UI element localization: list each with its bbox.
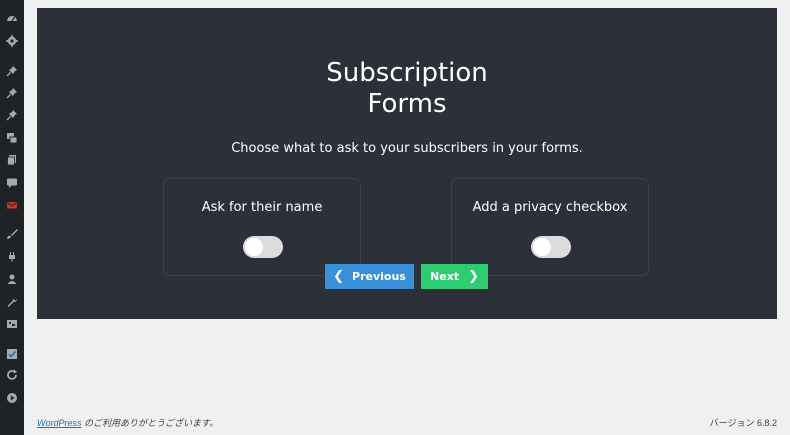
page-subtitle: Choose what to ask to your subscribers i… — [231, 141, 583, 156]
pin-icon[interactable] — [5, 86, 19, 100]
footer-version: バージョン 6.8.2 — [709, 418, 777, 428]
ask-name-toggle[interactable] — [243, 236, 283, 258]
mail-icon[interactable] — [5, 198, 19, 212]
pin-icon[interactable] — [5, 64, 19, 78]
plugin-icon[interactable] — [5, 250, 19, 264]
footer-thanks: WordPress のご利用ありがとうございます。 — [37, 416, 218, 429]
ask-name-card: Ask for their name — [163, 178, 361, 276]
user-icon[interactable] — [5, 272, 19, 286]
chevron-right-icon: ❯ — [468, 269, 479, 284]
comments-icon[interactable] — [5, 176, 19, 190]
gear-icon[interactable] — [5, 34, 19, 48]
wrench-icon[interactable] — [5, 295, 19, 309]
footer-thanks-text: のご利用ありがとうございます。 — [81, 418, 219, 428]
next-label: Next — [430, 270, 460, 283]
page-title: Subscription Forms — [37, 58, 777, 120]
pin-icon[interactable] — [5, 108, 19, 122]
media-icon[interactable] — [5, 131, 19, 145]
checkbox-icon[interactable] — [5, 347, 19, 361]
settings-icon[interactable] — [5, 317, 19, 331]
wordpress-link[interactable]: WordPress — [37, 418, 82, 428]
admin-sidebar — [0, 0, 24, 435]
pages-icon[interactable] — [5, 153, 19, 167]
toggle-knob — [533, 238, 551, 256]
brush-icon[interactable] — [5, 227, 19, 241]
privacy-checkbox-card: Add a privacy checkbox — [451, 178, 649, 276]
next-button[interactable]: Next ❯ — [421, 264, 488, 289]
wizard-panel: Subscription Forms Choose what to ask to… — [37, 8, 777, 319]
ask-name-label: Ask for their name — [201, 200, 323, 215]
play-icon[interactable] — [5, 391, 19, 405]
chevron-left-icon: ❮ — [333, 269, 345, 284]
previous-label: Previous — [352, 270, 406, 283]
title-line-2: Forms — [367, 89, 447, 119]
title-line-1: Subscription — [326, 58, 488, 88]
dashboard-icon[interactable] — [5, 11, 19, 25]
previous-button[interactable]: ❮ Previous — [325, 264, 414, 289]
refresh-icon[interactable] — [5, 368, 19, 382]
toggle-knob — [245, 238, 263, 256]
privacy-checkbox-toggle[interactable] — [531, 236, 571, 258]
privacy-checkbox-label: Add a privacy checkbox — [472, 200, 628, 215]
